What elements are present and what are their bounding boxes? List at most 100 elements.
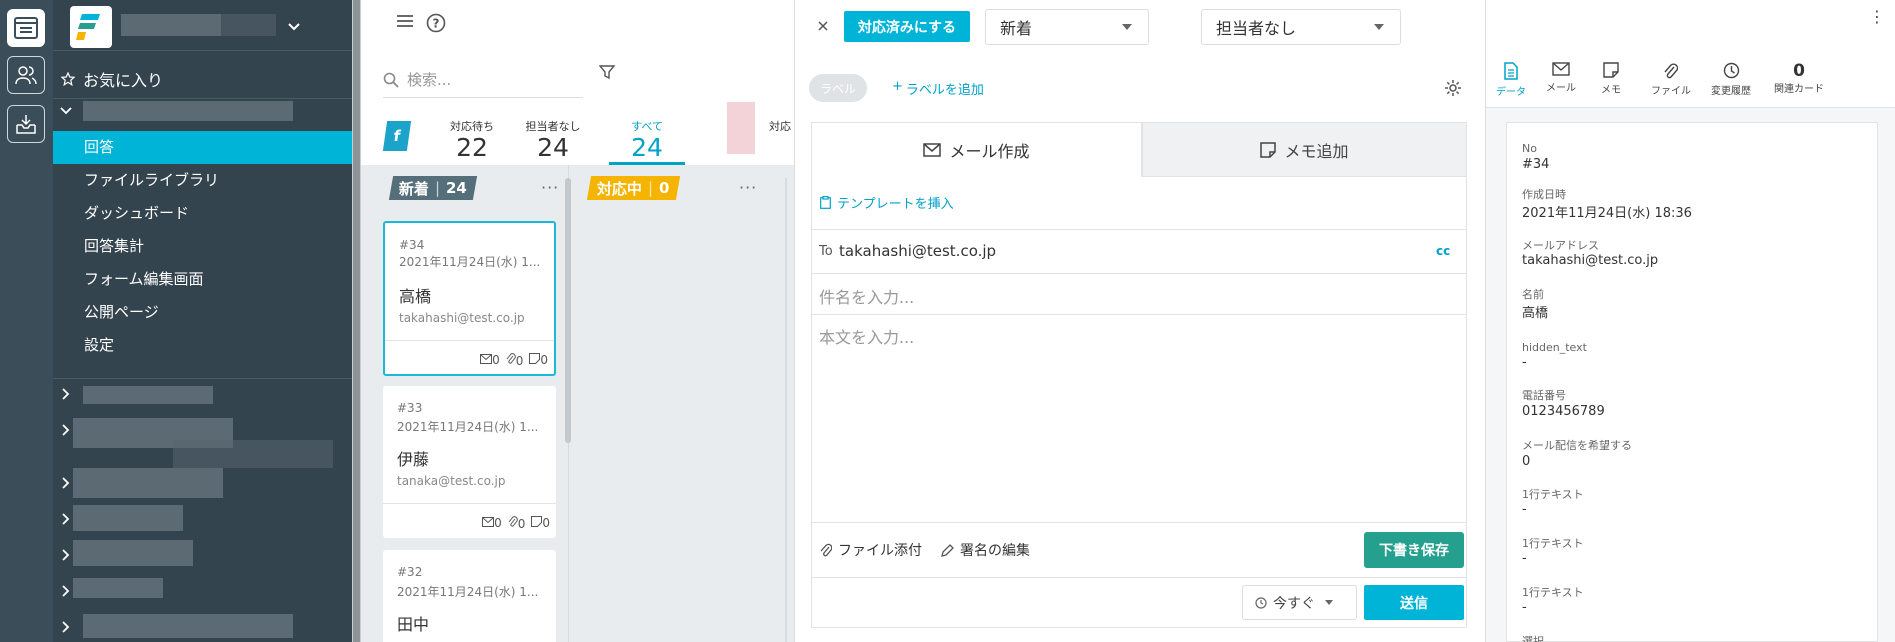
column-scrollbar[interactable]	[565, 178, 571, 443]
cc-button[interactable]: cc	[1436, 244, 1450, 258]
filter-icon[interactable]	[599, 64, 615, 80]
column-divider	[785, 178, 787, 642]
search-icon	[383, 72, 399, 88]
chevron-right-icon[interactable]	[61, 621, 71, 633]
add-label-button[interactable]: + ラベルを追加	[892, 79, 984, 98]
scrollbar-thumb[interactable]	[353, 0, 360, 642]
tab-compose-email[interactable]: メール作成	[811, 122, 1142, 177]
users-app-button[interactable]	[7, 56, 45, 94]
memo-icon	[1603, 62, 1619, 78]
tab-count: 22	[456, 133, 488, 162]
sidebar-item-file-library[interactable]: ファイルライブラリ	[53, 164, 352, 197]
sidebar-item-public-page[interactable]: 公開ページ	[53, 296, 352, 329]
card-name: 伊藤	[397, 450, 430, 469]
chevron-right-icon[interactable]	[61, 513, 71, 525]
sidebar-item-dashboard[interactable]: ダッシュボード	[53, 197, 352, 230]
clock-icon	[1255, 596, 1267, 609]
chevron-right-icon[interactable]	[61, 549, 71, 561]
gear-icon[interactable]	[1444, 79, 1462, 97]
chevron-right-icon[interactable]	[61, 424, 71, 436]
form-name-redacted	[73, 505, 183, 531]
pencil-icon	[941, 543, 954, 557]
card-email: takahashi@test.co.jp	[399, 311, 525, 325]
mark-resolved-button[interactable]: 対応済みにする	[844, 11, 970, 42]
tab-all[interactable]: すべて 24	[607, 118, 687, 162]
insert-template-button[interactable]: テンプレートを挿入	[820, 193, 954, 212]
tab-unassigned[interactable]: 担当者なし 24	[513, 118, 593, 162]
brand-badge: f	[382, 121, 412, 151]
send-timing-select[interactable]: 今すぐ	[1242, 585, 1357, 620]
search-box[interactable]: 検索...	[383, 62, 583, 98]
paperclip-icon	[508, 516, 518, 527]
response-card[interactable]: #32 2021年11月24日(水) 1... 田中	[383, 550, 556, 642]
tab-add-memo[interactable]: メモ追加	[1142, 122, 1467, 177]
body-textarea[interactable]: 本文を入力...	[819, 324, 914, 348]
field-label: 名前	[1522, 288, 1544, 301]
chevron-down-icon[interactable]	[60, 106, 72, 116]
chevron-down-icon[interactable]	[287, 22, 301, 32]
divider	[383, 503, 556, 504]
mail-icon	[480, 354, 493, 364]
sidebar-item-form-editor[interactable]: フォーム編集画面	[53, 263, 352, 296]
tab-count: 24	[631, 133, 663, 162]
close-icon[interactable]	[818, 21, 828, 31]
inbox-app-button[interactable]	[7, 105, 45, 143]
subject-input[interactable]: 件名を入力...	[819, 284, 914, 308]
tab-history[interactable]: 変更履歴	[1701, 62, 1761, 97]
search-input[interactable]: 検索...	[407, 69, 451, 90]
field-label: 1行テキスト	[1522, 537, 1584, 550]
more-menu-icon[interactable]: ⋮	[1869, 9, 1885, 25]
divider	[385, 340, 554, 341]
column-menu-button[interactable]: ···	[739, 178, 757, 197]
column-title: 新着	[399, 179, 430, 198]
card-number: #34	[399, 238, 425, 252]
field-value: takahashi@test.co.jp	[1522, 253, 1659, 268]
memo-icon	[1260, 141, 1277, 158]
chevron-right-icon[interactable]	[61, 585, 71, 597]
field-label: 1行テキスト	[1522, 586, 1584, 599]
chevron-right-icon[interactable]	[61, 388, 71, 400]
field-value: -	[1522, 600, 1527, 615]
response-card[interactable]: #33 2021年11月24日(水) 1... 伊藤 tanaka@test.c…	[383, 386, 556, 538]
tab-files[interactable]: ファイル	[1641, 62, 1701, 97]
tab-data[interactable]: データ	[1486, 62, 1536, 98]
column-title: 対応中	[597, 179, 643, 198]
sidebar-item-settings[interactable]: 設定	[53, 329, 352, 362]
response-card[interactable]: #34 2021年11月24日(水) 1... 高橋 takahashi@tes…	[383, 221, 556, 376]
menu-icon[interactable]	[397, 14, 413, 28]
card-number: #32	[397, 565, 423, 579]
forms-app-button[interactable]	[7, 9, 45, 47]
to-field[interactable]: takahashi@test.co.jp	[839, 242, 996, 260]
tab-waiting[interactable]: 対応待ち 22	[432, 118, 512, 162]
attach-file-button[interactable]: ファイル添付	[820, 540, 922, 560]
label-chip[interactable]: ラベル	[809, 74, 867, 102]
divider	[53, 50, 352, 51]
sidebar-scrollbar[interactable]	[352, 0, 361, 642]
column-menu-button[interactable]: ···	[541, 178, 559, 197]
divider	[53, 378, 352, 379]
tab-mail[interactable]: メール	[1536, 62, 1586, 94]
field-label: メール配信を希望する	[1522, 439, 1632, 452]
sidebar-item-aggregate[interactable]: 回答集計	[53, 230, 352, 263]
detail-sidepanel: ⋮ データ メール メモ ファイル 変更履歴 0 関連カード No #34 作成…	[1485, 0, 1895, 642]
edit-signature-button[interactable]: 署名の編集	[941, 540, 1030, 560]
favorites-item[interactable]: お気に入り	[61, 67, 163, 91]
field-value: -	[1522, 355, 1527, 370]
field-label: No	[1522, 142, 1537, 155]
app-logo[interactable]	[70, 6, 112, 48]
tab-label: メール作成	[949, 142, 1030, 161]
assignee-select[interactable]: 担当者なし	[1201, 9, 1401, 45]
help-icon[interactable]: ?	[426, 13, 446, 33]
sidebar-item-responses[interactable]: 回答	[53, 131, 352, 164]
tab-memo[interactable]: メモ	[1586, 62, 1636, 96]
divider	[811, 314, 1466, 315]
tab-related-cards[interactable]: 0 関連カード	[1766, 62, 1832, 95]
tab-in-progress[interactable]: 対応	[769, 118, 794, 134]
paperclip-icon	[506, 353, 516, 364]
form-name-redacted	[73, 468, 223, 498]
status-select[interactable]: 新着	[985, 9, 1149, 45]
send-button[interactable]: 送信	[1364, 585, 1464, 620]
paperclip-icon	[1664, 63, 1679, 79]
chevron-right-icon[interactable]	[61, 477, 71, 489]
save-draft-button[interactable]: 下書き保存	[1364, 532, 1464, 568]
